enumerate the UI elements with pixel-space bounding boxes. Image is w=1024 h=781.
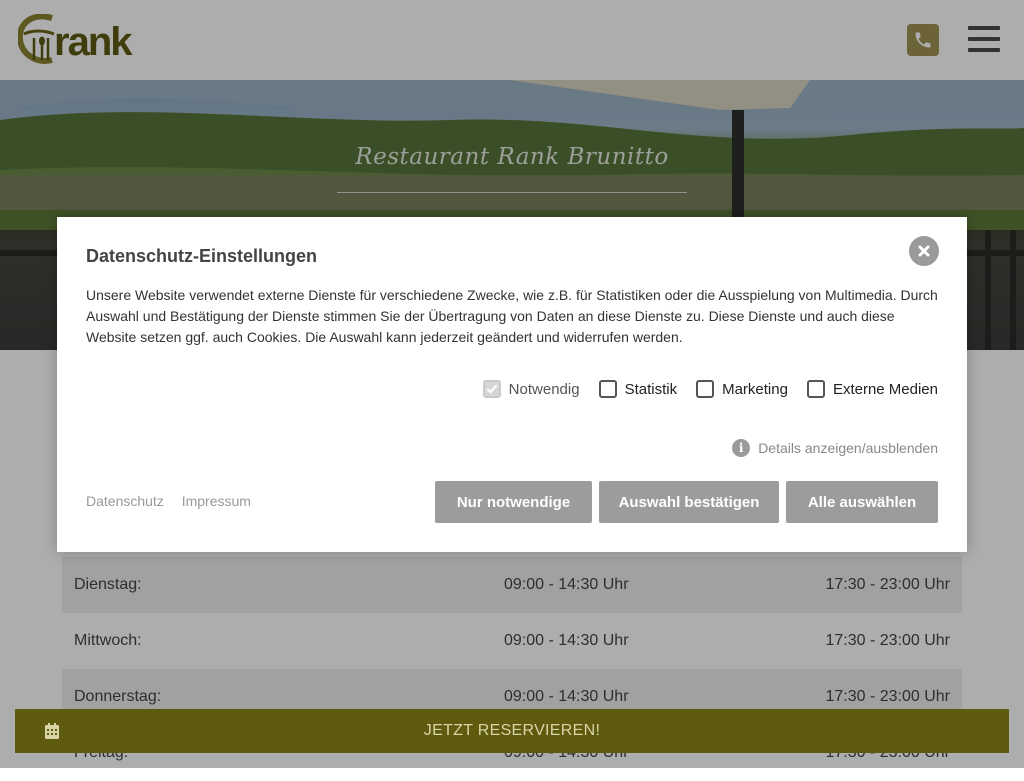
imprint-link[interactable]: Impressum (182, 493, 251, 509)
check-icon (486, 384, 497, 394)
dialog-description: Unsere Website verwendet externe Dienste… (86, 287, 938, 345)
details-label: Details anzeigen/ausblenden (758, 440, 938, 456)
close-button[interactable] (909, 236, 939, 266)
checkbox-statistik[interactable] (598, 380, 617, 398)
option-label: Externe Medien (832, 380, 938, 398)
privacy-settings-dialog: Datenschutz-Einstellungen Unsere Website… (57, 217, 967, 552)
reserve-button[interactable]: JETZT RESERVIEREN! (15, 709, 1009, 753)
option-notwendig: Notwendig (482, 380, 580, 398)
details-toggle[interactable]: i Details anzeigen/ausblenden (732, 439, 938, 457)
confirm-selection-button[interactable]: Auswahl bestätigen (599, 481, 779, 523)
option-statistik[interactable]: Statistik (598, 380, 678, 398)
calendar-icon (45, 723, 59, 739)
option-marketing[interactable]: Marketing (696, 380, 788, 398)
checkbox-marketing[interactable] (696, 380, 715, 398)
option-externe-medien[interactable]: Externe Medien (806, 380, 938, 398)
privacy-link[interactable]: Datenschutz (86, 493, 164, 509)
necessary-only-button[interactable]: Nur notwendige (435, 481, 592, 523)
reserve-label: JETZT RESERVIEREN! (423, 722, 601, 739)
checkbox-externe-medien[interactable] (806, 380, 825, 398)
dialog-title: Datenschutz-Einstellungen (86, 246, 318, 266)
info-icon: i (732, 439, 751, 457)
consent-options: Notwendig Statistik Marketing Externe Me… (464, 380, 938, 398)
select-all-button[interactable]: Alle auswählen (786, 481, 938, 523)
option-label: Notwendig (508, 380, 580, 398)
dialog-footer-links: Datenschutz Impressum (86, 493, 265, 509)
close-icon (918, 245, 930, 257)
checkbox-notwendig (482, 380, 501, 398)
option-label: Statistik (624, 380, 678, 398)
option-label: Marketing (722, 380, 788, 398)
